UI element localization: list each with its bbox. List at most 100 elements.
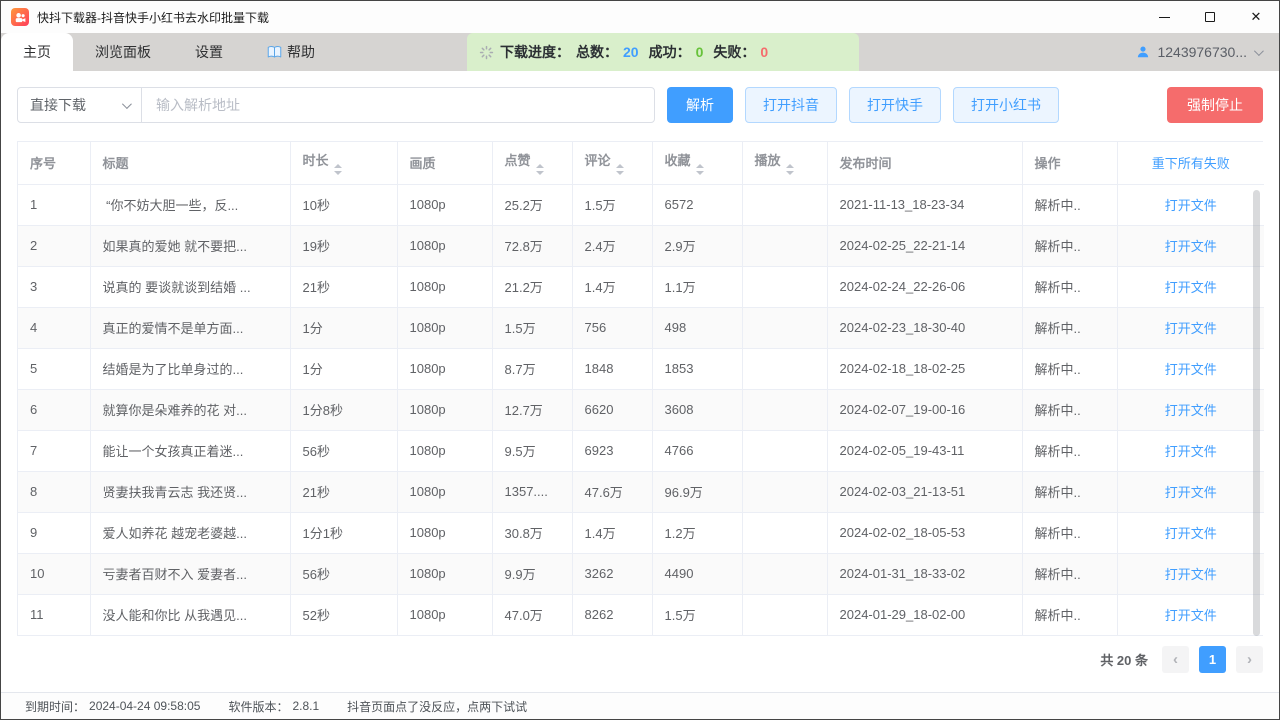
cell-index: 6 [18,389,91,431]
parse-url-input[interactable] [142,88,654,122]
minimize-button[interactable] [1141,1,1187,33]
open-file-link[interactable]: 打开文件 [1165,526,1217,541]
cell-action: 解析中.. [1022,594,1118,635]
sort-carets-icon[interactable] [785,164,794,176]
progress-fail-value: 0 [760,44,769,60]
sort-carets-icon[interactable] [333,164,342,176]
download-mode-select[interactable]: 直接下载 [18,88,142,122]
cell-quality: 1080p [397,594,493,635]
table-row: 5 结婚是为了比单身过的... 1分 1080p 8.7万 1848 1853 2024-02… [18,348,1264,390]
column-header-comments[interactable]: 评论 [572,142,653,185]
cell-likes: 47.0万 [492,594,573,635]
open-file-link[interactable]: 打开文件 [1165,444,1217,459]
cell-likes: 1357.... [492,471,573,513]
prev-page-button[interactable]: ‹ [1162,645,1189,673]
cell-plays [742,225,828,267]
cell-favorites: 498 [652,307,743,349]
sort-carets-icon[interactable] [615,164,624,176]
cell-favorites: 1.2万 [652,512,743,554]
cell-publish: 2021-11-13_18-23-34 [827,184,1023,226]
user-account-dropdown[interactable]: 1243976730... [1136,33,1279,71]
column-header-plays[interactable]: 播放 [742,142,828,185]
table-scrollbar[interactable] [1253,190,1260,636]
open-file-link[interactable]: 打开文件 [1165,239,1217,254]
cell-action: 解析中.. [1022,307,1118,349]
cell-open_file: 打开文件 [1117,512,1264,554]
close-button[interactable]: ✕ [1233,1,1279,33]
cell-index: 11 [18,594,91,635]
open-file-link[interactable]: 打开文件 [1165,485,1217,500]
tab-settings[interactable]: 设置 [173,33,245,71]
minimize-icon [1158,16,1170,18]
cell-comments: 1848 [572,348,653,390]
cell-duration: 1分 [290,307,398,349]
cell-title: 爱人如养花 越宠老婆越... [90,512,291,554]
open-file-link[interactable]: 打开文件 [1165,362,1217,377]
cell-quality: 1080p [397,553,493,595]
open-file-link[interactable]: 打开文件 [1165,403,1217,418]
cell-duration: 21秒 [290,471,398,513]
cell-likes: 1.5万 [492,307,573,349]
cell-duration: 1分1秒 [290,512,398,554]
cell-favorites: 3608 [652,389,743,431]
open-xiaohongshu-button[interactable]: 打开小红书 [953,87,1059,123]
cell-duration: 19秒 [290,225,398,267]
cell-open_file: 打开文件 [1117,389,1264,431]
cell-open_file: 打开文件 [1117,430,1264,472]
cell-title: 说真的 要谈就谈到结婚 ... [90,266,291,308]
parse-button[interactable]: 解析 [667,87,733,123]
column-header-favorites[interactable]: 收藏 [652,142,743,185]
cell-comments: 1.5万 [572,184,653,226]
open-douyin-button[interactable]: 打开抖音 [745,87,837,123]
cell-plays [742,184,828,226]
open-file-link[interactable]: 打开文件 [1165,567,1217,582]
force-stop-button[interactable]: 强制停止 [1167,87,1263,123]
open-kuaishou-button[interactable]: 打开快手 [849,87,941,123]
page-number-button[interactable]: 1 [1199,645,1226,673]
column-header-likes[interactable]: 点赞 [492,142,573,185]
column-header-duration[interactable]: 时长 [290,142,398,185]
progress-success-label: 成功： [648,44,691,60]
cell-duration: 52秒 [290,594,398,635]
sort-carets-icon[interactable] [695,164,704,176]
sort-carets-icon[interactable] [535,164,544,176]
column-header-label: 画质 [409,156,436,172]
cell-duration: 1分 [290,348,398,390]
open-file-link[interactable]: 打开文件 [1165,198,1217,213]
cell-quality: 1080p [397,348,493,390]
table-row: 10 亏妻者百财不入 爱妻者... 56秒 1080p 9.9万 3262 4490 2024… [18,553,1264,595]
cell-action: 解析中.. [1022,184,1118,226]
table-row: 11 没人能和你比 从我遇见... 52秒 1080p 47.0万 8262 1.5万 202… [18,594,1264,635]
progress-total-value: 20 [623,44,639,60]
tab-home[interactable]: 主页 [1,33,73,71]
redownload-all-failed-link[interactable]: 重下所有失败 [1117,142,1264,185]
cell-plays [742,348,828,390]
total-count: 共 20 条 [1100,652,1148,668]
status-tip: 抖音页面点了没反应，点两下试试 [347,698,527,715]
cell-index: 5 [18,348,91,390]
cell-comments: 1.4万 [572,266,653,308]
tab-browse-panel[interactable]: 浏览面板 [73,33,173,71]
cell-open_file: 打开文件 [1117,266,1264,308]
open-file-link[interactable]: 打开文件 [1165,608,1217,623]
tab-settings-label: 设置 [195,44,223,60]
cell-publish: 2024-02-23_18-30-40 [827,307,1023,349]
maximize-button[interactable] [1187,1,1233,33]
download-mode-value: 直接下载 [30,97,86,113]
cell-publish: 2024-02-07_19-00-16 [827,389,1023,431]
open-book-icon [267,45,282,59]
open-file-link[interactable]: 打开文件 [1165,280,1217,295]
cell-quality: 1080p [397,512,493,554]
window-title: 快抖下载器-抖音快手小红书去水印批量下载 [37,10,269,25]
cell-duration: 56秒 [290,430,398,472]
cell-action: 解析中.. [1022,348,1118,390]
table-row: 8 贤妻扶我青云志 我还贤... 21秒 1080p 1357.... 47.6万 96.9… [18,471,1264,513]
cell-open_file: 打开文件 [1117,553,1264,595]
cell-likes: 8.7万 [492,348,573,390]
tab-help[interactable]: 帮助 [245,33,337,71]
open-file-link[interactable]: 打开文件 [1165,321,1217,336]
cell-publish: 2024-02-03_21-13-51 [827,471,1023,513]
next-page-button[interactable]: › [1236,645,1263,673]
cell-quality: 1080p [397,430,493,472]
cell-plays [742,389,828,431]
